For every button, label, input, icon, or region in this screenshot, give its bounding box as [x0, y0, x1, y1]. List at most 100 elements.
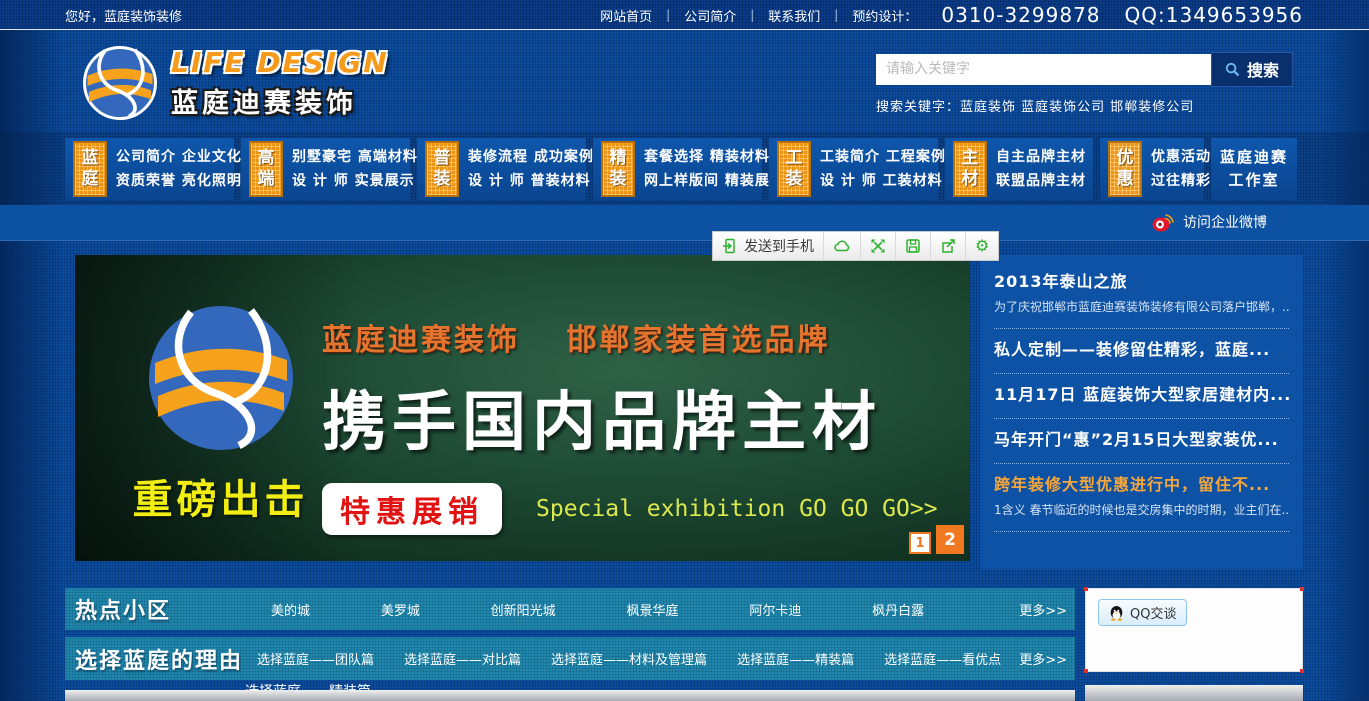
hotspot-link[interactable]: 枫景华庭 [627, 600, 679, 619]
banner-pager: 1 2 [909, 525, 964, 554]
search-button[interactable]: 搜索 [1211, 52, 1293, 87]
nav-badge-lanting: 蓝庭 [73, 141, 107, 197]
search-area: 搜索 搜索关键字：蓝庭装饰 蓝庭装饰公司 邯郸装修公司 [876, 52, 1301, 115]
hotspot-link[interactable]: 枫丹白露 [872, 600, 924, 619]
nav-item-lanting[interactable]: 蓝庭 公司简介 企业文化 资质荣誉 亮化照明 [65, 138, 234, 200]
news-item[interactable]: 跨年装修大型优惠进行中，留住不... 1含义 春节临近的时候也是交房集中的时期，… [994, 466, 1289, 523]
divider [1085, 685, 1303, 701]
nav-item-standard[interactable]: 普装 装修流程 成功案例 设 计 师 普装材料 [417, 138, 586, 200]
nav-links-line[interactable]: 设 计 师 普装材料 [468, 169, 594, 193]
hotspot-link[interactable]: 阿尔卡迪 [749, 600, 801, 619]
news-item[interactable]: 11月17日 蓝庭装饰大型家居建材内... [994, 376, 1289, 410]
nav-item-refined[interactable]: 精装 套餐选择 精装材料 网上样版间 精装展示 [593, 138, 762, 200]
send-to-phone-button[interactable]: 发送到手机 [713, 232, 824, 260]
reason-link[interactable]: 选择蓝庭——看优点 [884, 649, 1001, 668]
topbar-link-booking[interactable]: 预约设计： [852, 6, 917, 25]
nav-badge-materials: 主材 [953, 141, 987, 197]
logo-text-en: LIFE DESIGN [171, 46, 389, 79]
qq-number: QQ:1349653956 [1125, 3, 1303, 27]
reasons-more-link[interactable]: 更多>> [1019, 649, 1067, 668]
nav-links-line[interactable]: 设 计 师 实景展示 [292, 169, 418, 193]
news-desc: 为了庆祝邯郸市蓝庭迪赛装饰装修有限公司落户邯郸，... [994, 298, 1289, 315]
news-item[interactable]: 2013年泰山之旅 为了庆祝邯郸市蓝庭迪赛装饰装修有限公司落户邯郸，... [994, 263, 1289, 320]
hotspots-title: 热点小区 [75, 593, 171, 625]
news-item[interactable]: 私人定制——装修留住精彩，蓝庭... [994, 331, 1289, 365]
topbar-link-contact[interactable]: 联系我们 [768, 6, 820, 25]
nav-links-line[interactable]: 工装简介 工程案例 [820, 145, 946, 169]
hotspots-more-link[interactable]: 更多>> [1019, 600, 1067, 619]
send-to-phone-label: 发送到手机 [744, 236, 814, 256]
qq-chat-button[interactable]: QQ交谈 [1098, 599, 1187, 626]
search-input[interactable] [876, 54, 1211, 85]
nav-links-line[interactable]: 优惠活动 [1151, 145, 1211, 169]
save-button[interactable] [896, 232, 931, 260]
news-title[interactable]: 11月17日 蓝庭装饰大型家居建材内... [994, 381, 1289, 405]
hotspot-link[interactable]: 创新阳光城 [491, 600, 556, 619]
share-icon [940, 238, 956, 254]
news-title[interactable]: 马年开门“惠”2月15日大型家装优... [994, 426, 1289, 450]
news-title[interactable]: 跨年装修大型优惠进行中，留住不... [994, 471, 1289, 495]
topbar-link-home[interactable]: 网站首页 [600, 6, 652, 25]
news-title[interactable]: 私人定制——装修留住精彩，蓝庭... [994, 336, 1289, 360]
news-title[interactable]: 2013年泰山之旅 [994, 268, 1289, 292]
reason-link[interactable]: 选择蓝庭——团队篇 [257, 649, 374, 668]
cloud-icon [833, 238, 851, 254]
nav-links-line[interactable]: 公司简介 企业文化 [116, 145, 242, 169]
nav-links-line[interactable]: 资质荣誉 亮化照明 [116, 169, 242, 193]
logo[interactable]: LIFE DESIGN 蓝庭迪赛装饰 [83, 46, 389, 120]
news-panel: 2013年泰山之旅 为了庆祝邯郸市蓝庭迪赛装饰装修有限公司落户邯郸，... 私人… [980, 255, 1303, 569]
pager-dot-1[interactable]: 1 [909, 532, 931, 554]
nav-links-line[interactable]: 装修流程 成功案例 [468, 145, 594, 169]
cloud-button[interactable] [824, 232, 861, 260]
search-keywords: 搜索关键字：蓝庭装饰 蓝庭装饰公司 邯郸装修公司 [876, 96, 1301, 115]
news-item[interactable]: 马年开门“惠”2月15日大型家装优... [994, 421, 1289, 455]
nav-links-line[interactable]: 工作室 [1220, 169, 1288, 192]
pager-dot-2[interactable]: 2 [936, 525, 964, 554]
topbar-link-about[interactable]: 公司简介 [684, 6, 736, 25]
logo-globe-icon [83, 46, 157, 120]
separator: | [750, 8, 754, 22]
divider [65, 690, 1075, 701]
nav-links-line[interactable]: 蓝庭迪赛 [1220, 146, 1288, 169]
banner-slogan: 重磅出击 [103, 467, 338, 525]
gear-icon: ⚙ [975, 238, 989, 254]
banner-slide[interactable]: 重磅出击 蓝庭迪赛装饰 邯郸家装首选品牌 携手国内品牌主材 特惠展销 Speci… [75, 255, 970, 561]
logo-text-cn: 蓝庭迪赛装饰 [171, 81, 389, 120]
nav-links-line[interactable]: 别墅豪宅 高端材料 [292, 145, 418, 169]
news-desc: 1含义 春节临近的时候也是交房集中的时期，业主们在... [994, 501, 1289, 518]
reason-link[interactable]: 选择蓝庭——对比篇 [404, 649, 521, 668]
settings-button[interactable]: ⚙ [966, 232, 998, 260]
banner-topline: 蓝庭迪赛装饰 邯郸家装首选品牌 [322, 315, 938, 359]
nav-item-discount[interactable]: 优惠 优惠活动 过往精彩 [1100, 138, 1204, 200]
nav-links-line[interactable]: 联盟品牌主材 [996, 169, 1086, 193]
nav-links-line[interactable]: 设 计 师 工装材料 [820, 169, 946, 193]
nav-item-highend[interactable]: 高端 别墅豪宅 高端材料 设 计 师 实景展示 [241, 138, 410, 200]
nav-item-studio[interactable]: 蓝庭迪赛 工作室 [1211, 138, 1297, 200]
nav-links-line[interactable]: 过往精彩 [1151, 169, 1211, 193]
send-to-phone-icon [722, 238, 738, 254]
nav-item-materials[interactable]: 主材 自主品牌主材 联盟品牌主材 [945, 138, 1093, 200]
search-icon [1225, 62, 1240, 77]
greeting-text: 您好，蓝庭装饰装修 [65, 6, 182, 25]
topbar: 您好，蓝庭装饰装修 网站首页 | 公司简介 | 联系我们 | 预约设计： 031… [0, 0, 1369, 30]
banner-globe-icon [146, 303, 296, 453]
nav-badge-commercial: 工装 [777, 141, 811, 197]
banner-subtext: Special exhibition GO GO GO>> [536, 496, 938, 522]
nav-links-line[interactable]: 自主品牌主材 [996, 145, 1086, 169]
divider [994, 418, 1289, 419]
hotspot-link[interactable]: 美的城 [271, 600, 310, 619]
hotspot-link[interactable]: 美罗城 [381, 600, 420, 619]
nav-links-line[interactable]: 套餐选择 精装材料 [644, 145, 785, 169]
reason-link[interactable]: 选择蓝庭——精装篇 [737, 649, 854, 668]
reasons-overflow-row: 选择蓝庭——精装篇 [65, 681, 1075, 690]
main-content: 重磅出击 蓝庭迪赛装饰 邯郸家装首选品牌 携手国内品牌主材 特惠展销 Speci… [75, 255, 1369, 569]
weibo-link[interactable]: 访问企业微博 [1142, 210, 1295, 234]
nav-badge-discount: 优惠 [1108, 141, 1142, 197]
fullscreen-button[interactable] [861, 232, 896, 260]
header: LIFE DESIGN 蓝庭迪赛装饰 搜索 搜索关键字：蓝庭装饰 蓝庭装饰公司 [0, 30, 1369, 132]
nav-item-commercial[interactable]: 工装 工装简介 工程案例 设 计 师 工装材料 [769, 138, 938, 200]
qq-chat-panel: QQ交谈 [1085, 588, 1303, 672]
share-button[interactable] [931, 232, 966, 260]
nav-links-line[interactable]: 网上样版间 精装展示 [644, 169, 785, 193]
reason-link[interactable]: 选择蓝庭——材料及管理篇 [551, 649, 707, 668]
